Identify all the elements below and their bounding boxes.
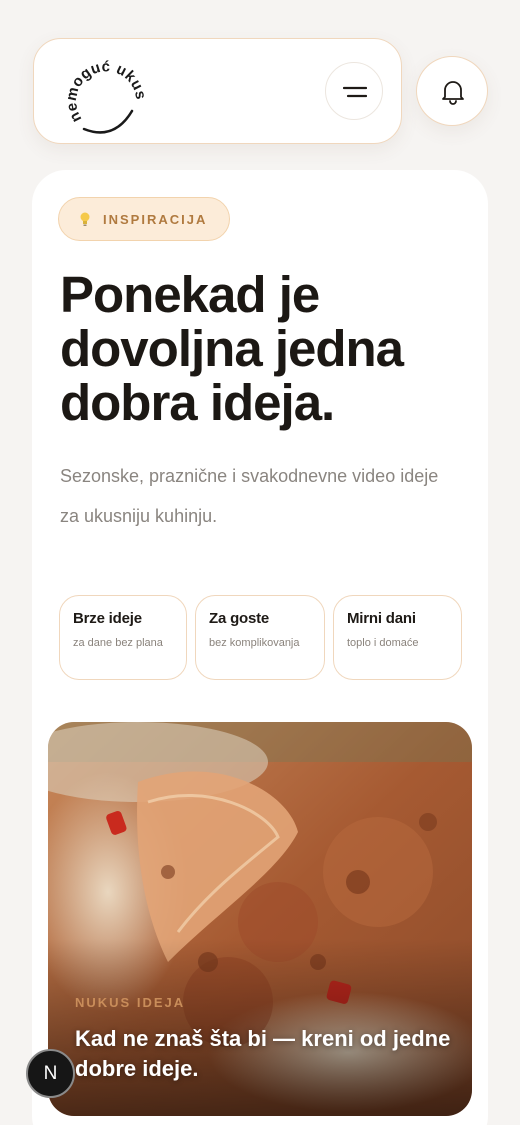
n-floating-badge[interactable]: N <box>26 1049 75 1098</box>
chip-subtitle: za dane bez plana <box>73 637 163 649</box>
logo-text: nemoguć ukus <box>63 58 149 125</box>
feature-tag: NUKUS IDEJA <box>75 995 186 1010</box>
menu-button[interactable] <box>325 62 383 120</box>
chip-brze-ideje[interactable]: Brze ideje za dane bez plana <box>59 595 187 680</box>
badge-label: INSPIRACIJA <box>103 212 208 227</box>
featured-video-card[interactable]: NUKUS IDEJA Kad ne znaš šta bi — kreni o… <box>48 722 472 1116</box>
lightbulb-icon <box>80 212 90 226</box>
page-subtitle: Sezonske, praznične i svakodnevne video … <box>60 466 439 526</box>
brand-logo[interactable]: nemoguć ukus <box>46 45 156 140</box>
chip-title: Mirni dani <box>347 610 416 627</box>
chip-subtitle: toplo i domaće <box>347 637 419 649</box>
bell-icon <box>442 81 464 105</box>
category-badge: INSPIRACIJA <box>58 197 230 241</box>
page-headline: Ponekad je dovoljna jedna dobra ideja. <box>60 266 404 431</box>
menu-icon <box>343 86 367 98</box>
chip-title: Brze ideje <box>73 610 142 627</box>
feature-title: Kad ne znaš šta bi — kreni od jedne dobr… <box>75 1026 451 1081</box>
chip-mirni-dani[interactable]: Mirni dani toplo i domaće <box>333 595 462 680</box>
svg-text:nemoguć ukus: nemoguć ukus <box>63 58 150 125</box>
chip-title: Za goste <box>209 610 270 627</box>
notifications-button[interactable] <box>416 56 488 126</box>
chip-subtitle: bez komplikovanja <box>209 637 300 649</box>
top-navigation-bar: nemoguć ukus <box>33 38 402 144</box>
chip-za-goste[interactable]: Za goste bez komplikovanja <box>195 595 325 680</box>
